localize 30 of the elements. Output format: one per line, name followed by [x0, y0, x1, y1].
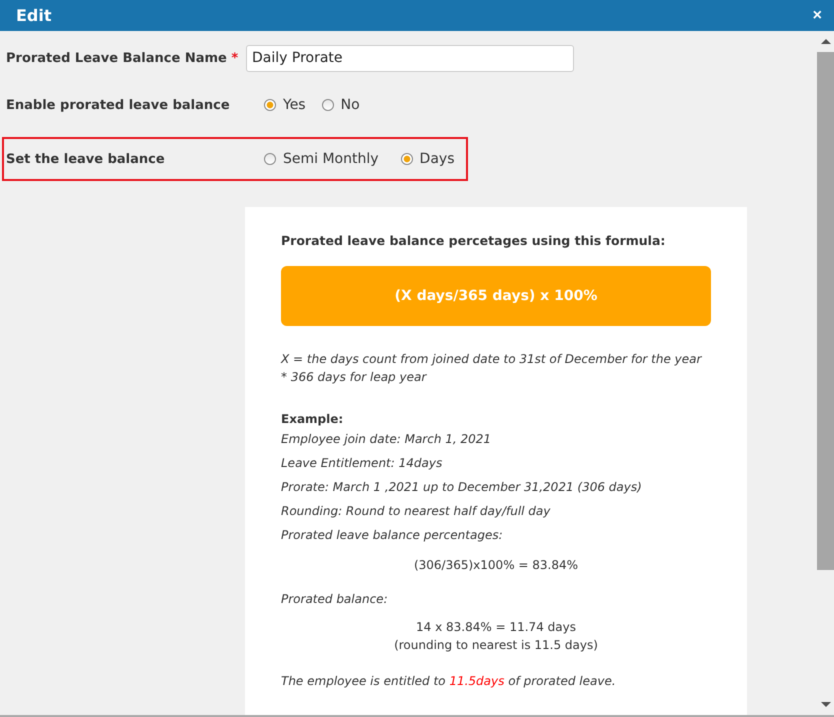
- example-line: Leave Entitlement: 14days: [281, 455, 444, 472]
- example-line: Prorated balance:: [281, 591, 389, 608]
- radio-icon[interactable]: [264, 153, 276, 165]
- close-button[interactable]: ×: [808, 8, 826, 24]
- example-line: Prorate: March 1 ,2021 up to December 31,2021 (306 days): [281, 479, 643, 496]
- window-title: Edit: [16, 6, 52, 25]
- radio-option[interactable]: No: [322, 97, 360, 113]
- field-label: Enable prorated leave balance: [6, 98, 231, 112]
- example-line: Prorated leave balance percentages:: [281, 527, 504, 544]
- radio-icon[interactable]: [400, 153, 413, 165]
- calculation-text: (306/365)x100% = 83.84%: [412, 557, 580, 574]
- field-label: Prorated Leave Balance Name: [6, 50, 227, 66]
- note-text: * 366 days for leap year: [281, 369, 428, 386]
- radio-icon[interactable]: [264, 99, 276, 111]
- note-text: X = the days count from joined date to 31st of December for the year: [281, 351, 703, 368]
- name-field[interactable]: Daily Prorate: [246, 44, 574, 72]
- required-icon: *: [231, 50, 238, 66]
- example-line: Rounding: Round to nearest half day/full day: [281, 503, 552, 520]
- radio-option[interactable]: Yes: [264, 97, 306, 113]
- example-line: Employee join date: March 1, 2021: [281, 431, 492, 448]
- calculation-text: (rounding to nearest is 11.5 days): [393, 637, 599, 654]
- info-heading: Prorated leave balance percetages using this formula:: [281, 233, 666, 248]
- result-text: The employee is entitled to 11.5days of prorated leave.: [281, 673, 617, 690]
- example-heading: Example:: [281, 411, 344, 428]
- field-label: Set the leave balance: [6, 152, 166, 166]
- radio-option[interactable]: Semi Monthly: [264, 151, 379, 167]
- radio-option[interactable]: Days: [400, 151, 454, 167]
- radio-icon[interactable]: [322, 99, 334, 111]
- calculation-text: 14 x 83.84% = 11.74 days: [415, 619, 577, 636]
- formula-banner: (X days/365 days) x 100%: [281, 266, 711, 326]
